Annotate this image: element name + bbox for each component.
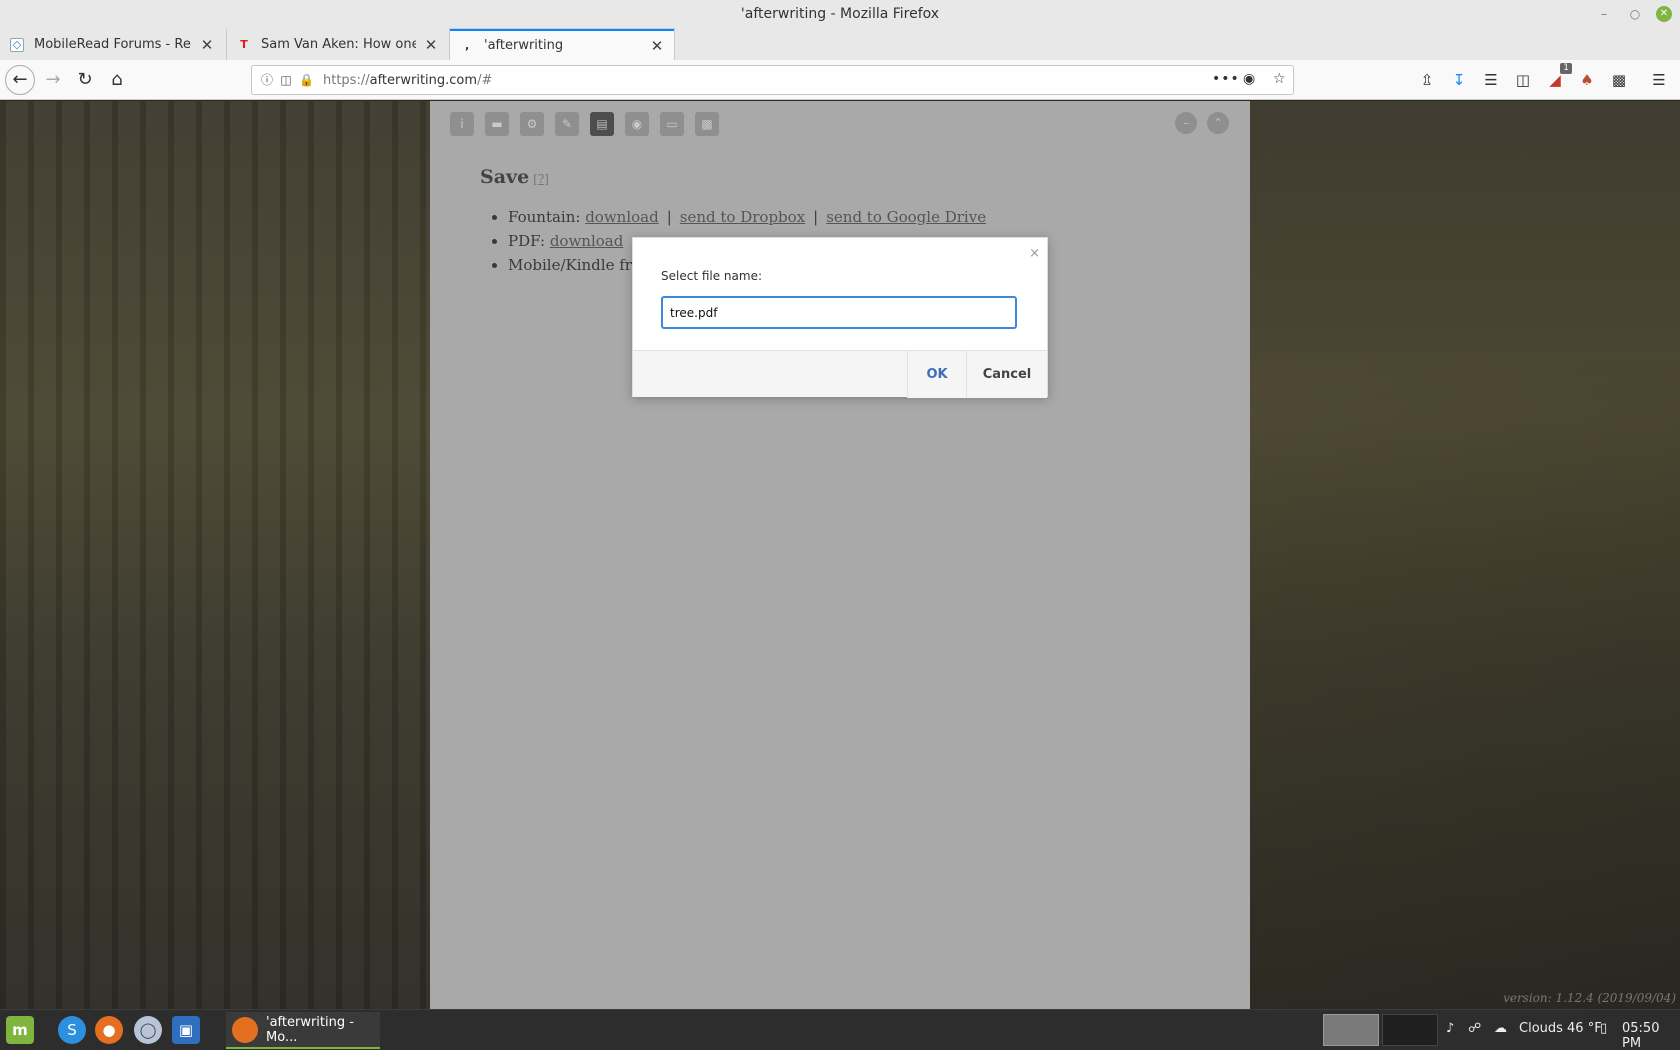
taskbar-window-firefox[interactable]: 'afterwriting - Mo... xyxy=(226,1012,380,1049)
network-icon[interactable]: ☍ xyxy=(1468,1021,1481,1036)
extension2-icon[interactable]: ▩ xyxy=(1608,69,1630,91)
tab-label: 'afterwriting xyxy=(484,38,564,53)
chevron-up-icon[interactable]: ⌃ xyxy=(1207,112,1229,134)
ok-button[interactable]: OK xyxy=(907,351,966,398)
help-link[interactable]: [?] xyxy=(533,172,549,186)
battery-icon[interactable]: ▯ xyxy=(1600,1021,1607,1036)
taskbar-window-label: 'afterwriting - Mo... xyxy=(266,1014,354,1045)
tab-close-icon[interactable]: ✕ xyxy=(424,36,438,54)
tab-mobileread[interactable]: ◇ MobileRead Forums - Reply to ✕ xyxy=(0,29,224,60)
save-icon[interactable]: ▤ xyxy=(590,112,614,136)
download-icon[interactable]: ↧ xyxy=(1448,69,1470,91)
cancel-button[interactable]: Cancel xyxy=(966,351,1047,398)
globe-icon[interactable]: ◯ xyxy=(134,1016,162,1044)
tab-afterwriting[interactable]: ‚ 'afterwriting ✕ xyxy=(450,29,674,60)
workspace-2[interactable] xyxy=(1382,1014,1438,1046)
clipboard-icon[interactable]: ▭ xyxy=(660,112,684,136)
cloud-icon[interactable]: ☁ xyxy=(1494,1021,1507,1036)
settings-gear-icon[interactable]: ⚙ xyxy=(520,112,544,136)
fountain-gdrive-link[interactable]: send to Google Drive xyxy=(826,208,986,226)
tab-strip: ◇ MobileRead Forums - Reply to ✕ T Sam V… xyxy=(0,29,1680,60)
home-icon[interactable]: ⌂ xyxy=(104,67,130,93)
forward-arrow-icon[interactable]: → xyxy=(40,67,66,93)
bookmark-star-icon[interactable]: ☆ xyxy=(1273,71,1286,87)
skype-icon[interactable]: S xyxy=(58,1016,86,1044)
tab-label: Sam Van Aken: How one tree xyxy=(261,37,416,52)
panel-title: Save [?] xyxy=(480,166,549,188)
file-name-input[interactable] xyxy=(661,296,1017,329)
url-bar[interactable]: ⓘ ◫ 🔒 https://afterwriting.com/# ••• ◉ ☆ xyxy=(251,65,1294,95)
preview-eye-icon[interactable]: ◉ xyxy=(625,112,649,136)
notification-badge: 1 xyxy=(1560,63,1572,74)
pocket-icon[interactable]: ◉ xyxy=(1243,71,1255,87)
weather-label[interactable]: Clouds 46 °F xyxy=(1519,1021,1602,1036)
folder-icon[interactable]: ▬ xyxy=(485,112,509,136)
menu-icon[interactable]: ☰ xyxy=(1648,69,1670,91)
library-icon[interactable]: ☰ xyxy=(1480,69,1502,91)
maximize-icon[interactable]: ○ xyxy=(1627,6,1643,22)
sidebar-icon[interactable]: ◫ xyxy=(1512,69,1534,91)
version-label: version: 1.12.4 (2019/09/04) xyxy=(1503,991,1676,1005)
tab-sam-van-aken[interactable]: T Sam Van Aken: How one tree ✕ xyxy=(226,29,448,60)
page-actions-more-icon[interactable]: ••• xyxy=(1212,71,1240,87)
window-title: 'afterwriting - Mozilla Firefox xyxy=(740,6,940,22)
tab-close-icon[interactable]: ✕ xyxy=(650,37,664,55)
ublock-icon[interactable]: ◢ 1 xyxy=(1544,63,1572,91)
fountain-download-link[interactable]: download xyxy=(585,208,659,226)
stats-chart-icon[interactable]: ▩ xyxy=(695,112,719,136)
back-arrow-icon[interactable]: ← xyxy=(5,65,35,95)
shield-icon[interactable]: ◫ xyxy=(279,72,293,88)
url-text[interactable]: https://afterwriting.com/# xyxy=(323,73,492,88)
window-titlebar: 'afterwriting - Mozilla Firefox – ○ ✕ xyxy=(0,0,1680,29)
minimize-icon[interactable]: – xyxy=(1596,6,1612,22)
fountain-dropbox-link[interactable]: send to Dropbox xyxy=(680,208,805,226)
pdf-download-link[interactable]: download xyxy=(550,232,624,250)
close-window-icon[interactable]: ✕ xyxy=(1656,6,1672,22)
afterwriting-favicon-icon: ‚ xyxy=(464,39,470,52)
workspace-1[interactable] xyxy=(1323,1014,1379,1046)
mint-menu-icon[interactable]: m xyxy=(6,1016,34,1044)
file-name-dialog: × Select file name: OK Cancel xyxy=(632,237,1048,398)
firefox-icon xyxy=(232,1016,258,1043)
dialog-close-icon[interactable]: × xyxy=(1029,246,1040,261)
taskbar: m S ● ◯ ▣ 'afterwriting - Mo... ♪ ☍ ☁ Cl… xyxy=(0,1009,1680,1050)
dialog-label: Select file name: xyxy=(661,269,762,283)
camera-icon[interactable]: ▣ xyxy=(172,1016,200,1044)
share-icon[interactable]: ⇫ xyxy=(1416,69,1438,91)
extension-icon[interactable]: ♠ xyxy=(1576,69,1598,91)
firefox-icon[interactable]: ● xyxy=(95,1016,123,1044)
pencil-icon[interactable]: ✎ xyxy=(555,112,579,136)
tab-close-icon[interactable]: ✕ xyxy=(200,36,214,54)
info-icon[interactable]: ⓘ xyxy=(260,72,274,88)
volume-icon[interactable]: ♪ xyxy=(1446,1021,1454,1036)
reload-icon[interactable]: ↻ xyxy=(72,67,98,93)
tab-label: MobileRead Forums - Reply to xyxy=(34,37,192,52)
mobileread-favicon-icon: ◇ xyxy=(10,37,24,52)
t-favicon-icon: T xyxy=(240,38,248,51)
minus-icon[interactable]: – xyxy=(1175,112,1197,134)
navigation-toolbar: ← → ↻ ⌂ ⓘ ◫ 🔒 https://afterwriting.com/#… xyxy=(0,60,1680,100)
lock-icon[interactable]: 🔒 xyxy=(299,72,314,88)
dialog-footer: OK Cancel xyxy=(633,350,1047,398)
clock[interactable]: 05:50 PM xyxy=(1622,1021,1680,1050)
list-item: Fountain: download|send to Dropbox|send … xyxy=(508,205,986,229)
info-icon[interactable]: i xyxy=(450,112,474,136)
